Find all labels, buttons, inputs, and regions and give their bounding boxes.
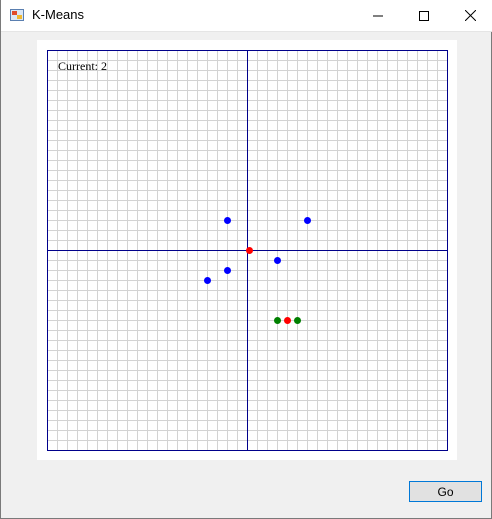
maximize-icon [419,10,429,21]
close-button[interactable] [447,0,492,31]
centroid-point [284,317,291,324]
plot-panel[interactable]: Current: 2 [37,40,457,460]
go-button[interactable]: Go [409,481,482,502]
current-iteration-label: Current: 2 [58,59,107,73]
title-bar[interactable]: K-Means [1,0,492,32]
data-point [224,217,231,224]
kmeans-plot [47,50,448,451]
minimize-icon [373,15,383,16]
data-point [294,317,301,324]
data-point [274,257,281,264]
maximize-button[interactable] [401,0,447,31]
minimize-button[interactable] [355,0,401,31]
data-point [224,267,231,274]
app-icon [10,9,24,21]
data-point [274,317,281,324]
data-point [204,277,211,284]
main-window: K-Means Current: 2 Go [0,0,492,519]
window-title: K-Means [32,7,85,22]
close-icon [464,10,476,21]
data-point [304,217,311,224]
centroid-point [246,247,253,254]
